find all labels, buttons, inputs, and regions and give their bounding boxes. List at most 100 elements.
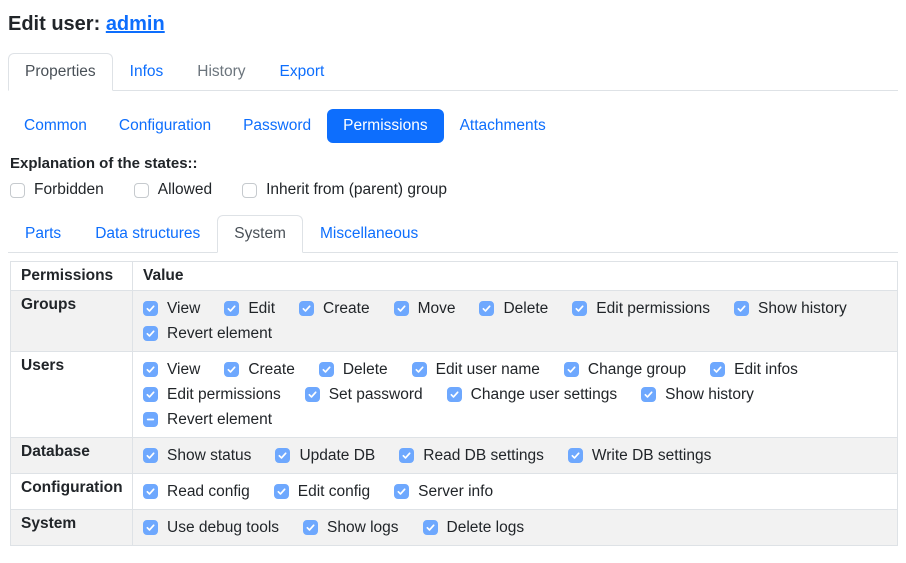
checkbox-checked-icon — [299, 301, 314, 316]
checkbox-label: Edit config — [298, 483, 370, 501]
checkbox-unchecked-icon — [134, 183, 149, 198]
perm-checkbox-delete[interactable]: Delete — [319, 361, 388, 379]
pill-tab-common[interactable]: Common — [8, 109, 103, 143]
permission-tab-system[interactable]: System — [217, 215, 303, 253]
perm-checkbox-show-status[interactable]: Show status — [143, 447, 251, 465]
perm-checkbox-delete-logs[interactable]: Delete logs — [423, 519, 525, 537]
perm-checkbox-edit-infos[interactable]: Edit infos — [710, 361, 798, 379]
checkbox-label: Change user settings — [471, 386, 617, 404]
permission-line: Revert element — [143, 407, 887, 432]
checkbox-indeterminate-icon — [143, 412, 158, 427]
state-option-inherit-from-parent-group[interactable]: Inherit from (parent) group — [242, 181, 447, 199]
checkbox-label: Change group — [588, 361, 686, 379]
perm-checkbox-revert-element[interactable]: Revert element — [143, 325, 272, 343]
tab-properties[interactable]: Properties — [8, 53, 113, 91]
permission-line: Read config Edit config Server info — [143, 479, 887, 504]
checkbox-checked-icon — [641, 387, 656, 402]
checkbox-label: Edit permissions — [596, 300, 710, 318]
permissions-table: Permissions Value GroupsViewEditCreateMo… — [10, 261, 898, 546]
checkbox-checked-icon — [447, 387, 462, 402]
pill-tab-configuration[interactable]: Configuration — [103, 109, 227, 143]
permission-line: Show status Update DB Read DB settings Writ… — [143, 443, 887, 468]
perm-checkbox-create[interactable]: Create — [299, 300, 370, 318]
checkbox-checked-icon — [394, 484, 409, 499]
checkbox-checked-icon — [399, 448, 414, 463]
checkbox-label: Edit — [248, 300, 275, 318]
column-header-permissions: Permissions — [11, 262, 133, 291]
permission-tab-miscellaneous[interactable]: Miscellaneous — [303, 215, 435, 253]
checkbox-checked-icon — [143, 484, 158, 499]
checkbox-unchecked-icon — [242, 183, 257, 198]
perm-checkbox-use-debug-tools[interactable]: Use debug tools — [143, 519, 279, 537]
section-pill-bar: CommonConfigurationPasswordPermissionsAt… — [8, 109, 898, 143]
perm-checkbox-set-password[interactable]: Set password — [305, 386, 423, 404]
perm-checkbox-write-db-settings[interactable]: Write DB settings — [568, 447, 711, 465]
explanation-heading: Explanation of the states:: — [10, 155, 898, 173]
perm-checkbox-view[interactable]: View — [143, 361, 200, 379]
perm-checkbox-view[interactable]: View — [143, 300, 200, 318]
perm-checkbox-move[interactable]: Move — [394, 300, 456, 318]
checkbox-checked-icon — [224, 362, 239, 377]
permission-category: Database — [11, 438, 133, 474]
perm-checkbox-read-config[interactable]: Read config — [143, 483, 250, 501]
perm-checkbox-show-history[interactable]: Show history — [734, 300, 847, 318]
tab-infos[interactable]: Infos — [113, 53, 181, 91]
perm-checkbox-edit-permissions[interactable]: Edit permissions — [572, 300, 710, 318]
permission-line: Use debug tools Show logs Delete logs — [143, 515, 887, 540]
column-header-value: Value — [133, 262, 898, 291]
permission-tab-data-structures[interactable]: Data structures — [78, 215, 217, 253]
edited-user-link[interactable]: admin — [106, 13, 165, 35]
perm-checkbox-change-user-settings[interactable]: Change user settings — [447, 386, 617, 404]
perm-checkbox-edit-user-name[interactable]: Edit user name — [412, 361, 540, 379]
perm-checkbox-update-db[interactable]: Update DB — [275, 447, 375, 465]
state-option-allowed[interactable]: Allowed — [134, 181, 212, 199]
checkbox-label: Edit infos — [734, 361, 798, 379]
checkbox-label: View — [167, 300, 200, 318]
checkbox-label: Revert element — [167, 411, 272, 429]
permission-row-users: UsersViewCreateDeleteEdit user nameChang… — [11, 352, 898, 438]
perm-checkbox-create[interactable]: Create — [224, 361, 295, 379]
checkbox-label: Write DB settings — [592, 447, 711, 465]
checkbox-checked-icon — [143, 362, 158, 377]
permission-row-configuration: ConfigurationRead configEdit configServe… — [11, 474, 898, 510]
perm-checkbox-change-group[interactable]: Change group — [564, 361, 686, 379]
state-option-forbidden[interactable]: Forbidden — [10, 181, 104, 199]
checkbox-label: Read DB settings — [423, 447, 544, 465]
pill-tab-password[interactable]: Password — [227, 109, 327, 143]
checkbox-label: Move — [418, 300, 456, 318]
checkbox-label: Inherit from (parent) group — [266, 181, 447, 199]
pill-tab-permissions[interactable]: Permissions — [327, 109, 443, 143]
checkbox-label: Show status — [167, 447, 251, 465]
checkbox-checked-icon — [568, 448, 583, 463]
checkbox-label: Edit permissions — [167, 386, 281, 404]
checkbox-checked-icon — [564, 362, 579, 377]
perm-checkbox-edit-config[interactable]: Edit config — [274, 483, 370, 501]
checkbox-checked-icon — [572, 301, 587, 316]
perm-checkbox-show-history[interactable]: Show history — [641, 386, 754, 404]
perm-checkbox-edit-permissions[interactable]: Edit permissions — [143, 386, 281, 404]
checkbox-checked-icon — [224, 301, 239, 316]
perm-checkbox-show-logs[interactable]: Show logs — [303, 519, 399, 537]
checkbox-label: Revert element — [167, 325, 272, 343]
checkbox-label: Create — [248, 361, 295, 379]
checkbox-checked-icon — [423, 520, 438, 535]
perm-checkbox-delete[interactable]: Delete — [479, 300, 548, 318]
permission-tab-parts[interactable]: Parts — [8, 215, 78, 253]
checkbox-checked-icon — [394, 301, 409, 316]
checkbox-label: Delete logs — [447, 519, 525, 537]
perm-checkbox-read-db-settings[interactable]: Read DB settings — [399, 447, 544, 465]
tab-export[interactable]: Export — [263, 53, 342, 91]
checkbox-checked-icon — [479, 301, 494, 316]
permission-values-cell: View Create Delete Edit user name Change gro… — [133, 352, 898, 438]
perm-checkbox-server-info[interactable]: Server info — [394, 483, 493, 501]
permission-values-cell: View Edit Create Move Delete Edit permissions… — [133, 291, 898, 352]
state-legend: Forbidden Allowed Inherit from (parent) gr… — [10, 181, 898, 199]
checkbox-checked-icon — [143, 326, 158, 341]
checkbox-label: View — [167, 361, 200, 379]
pill-tab-attachments[interactable]: Attachments — [444, 109, 562, 143]
permission-row-groups: GroupsViewEditCreateMoveDeleteEdit permi… — [11, 291, 898, 352]
perm-checkbox-revert-element[interactable]: Revert element — [143, 411, 272, 429]
perm-checkbox-edit[interactable]: Edit — [224, 300, 275, 318]
permission-group-tabs-wrap: PartsData structuresSystemMiscellaneous — [8, 215, 898, 253]
checkbox-checked-icon — [734, 301, 749, 316]
